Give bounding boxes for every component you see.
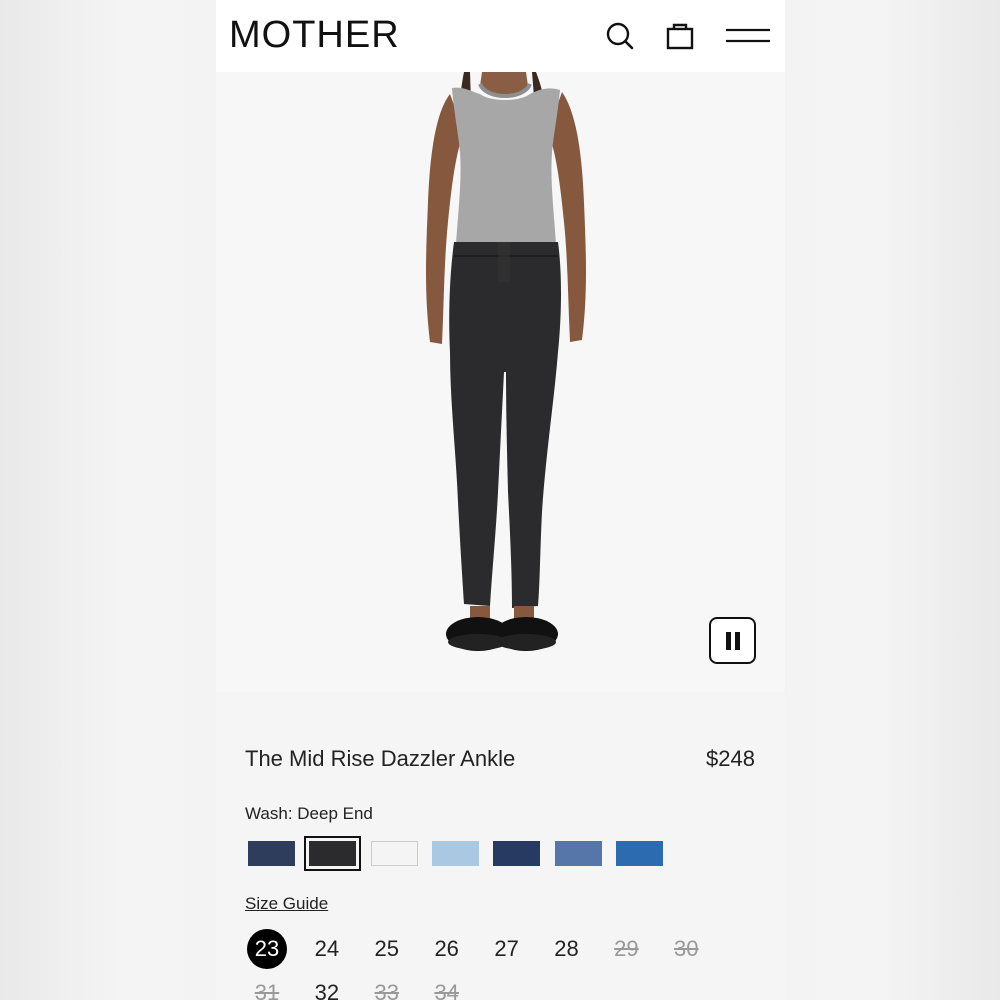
size-option-27[interactable]: 27	[487, 929, 527, 969]
size-option-28[interactable]: 28	[547, 929, 587, 969]
product-media[interactable]	[216, 72, 785, 692]
size-option-26[interactable]: 26	[427, 929, 467, 969]
product-model-image	[426, 72, 586, 651]
wash-swatch[interactable]	[493, 841, 541, 866]
wash-swatch[interactable]	[304, 836, 362, 871]
size-option-34[interactable]: 34	[427, 973, 467, 1000]
size-option-24[interactable]: 24	[307, 929, 347, 969]
size-option-33[interactable]: 33	[367, 973, 407, 1000]
product-title: The Mid Rise Dazzler Ankle	[245, 746, 516, 771]
size-option-30[interactable]: 30	[666, 929, 706, 969]
wash-swatch[interactable]	[248, 841, 295, 866]
site-header: MOTHER	[216, 0, 785, 72]
size-option-25[interactable]: 25	[367, 929, 407, 969]
wash-label: Wash: Deep End	[245, 804, 373, 823]
search-icon[interactable]	[600, 16, 640, 56]
pause-icon	[725, 631, 731, 650]
wash-swatch[interactable]	[370, 841, 418, 866]
size-option-31[interactable]: 31	[247, 973, 287, 1000]
size-guide-link[interactable]: Size Guide	[245, 894, 328, 914]
product-price: $248	[706, 746, 755, 771]
size-option-29[interactable]: 29	[606, 929, 646, 969]
size-option-32[interactable]: 32	[307, 973, 347, 1000]
pause-button[interactable]	[709, 617, 756, 664]
brand-logo[interactable]: MOTHER	[229, 13, 400, 57]
wash-swatch[interactable]	[615, 841, 663, 866]
mobile-viewport: MOTHER The Mid Rise Dazzler Ankle $248 W…	[216, 0, 785, 1000]
hamburger-menu-icon[interactable]	[722, 16, 774, 56]
product-info: The Mid Rise Dazzler Ankle $248 Wash: De…	[216, 692, 785, 1000]
wash-swatch[interactable]	[554, 841, 602, 866]
size-option-23[interactable]: 23	[247, 929, 287, 969]
shopping-bag-icon[interactable]	[660, 16, 700, 56]
wash-swatch[interactable]	[431, 841, 479, 866]
